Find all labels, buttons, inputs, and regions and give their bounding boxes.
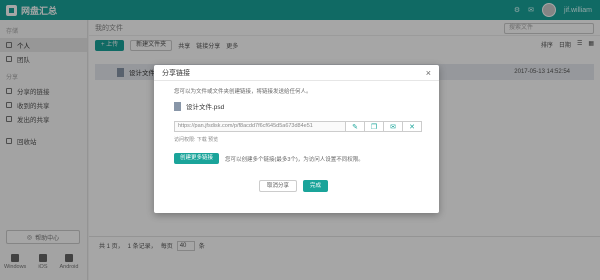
shared-file: 设计文件.psd: [174, 101, 224, 111]
done-button[interactable]: 完成: [303, 180, 329, 192]
close-icon[interactable]: ×: [426, 68, 431, 78]
shared-file-name: 设计文件.psd: [186, 104, 225, 111]
delete-icon[interactable]: ✕: [403, 121, 422, 132]
copy-icon[interactable]: ❐: [365, 121, 384, 132]
share-link-field[interactable]: https://pan.jfsdisk.com/p/f8acdd7f6cf645…: [174, 121, 346, 132]
link-row: https://pan.jfsdisk.com/p/f8acdd7f6cf645…: [174, 121, 422, 132]
dialog-header: 分享链接 ×: [154, 65, 439, 81]
share-link-dialog: 分享链接 × 您可以为文件或文件夹创建链接，将链接发送给任何人。 设计文件.ps…: [154, 65, 439, 213]
dialog-footer: 取消分享 完成: [259, 180, 329, 192]
create-note: 您可以创建多个链接(最多3个)，为访问人设置不同权限。: [225, 156, 364, 163]
dialog-description: 您可以为文件或文件夹创建链接，将链接发送给任何人。: [174, 89, 312, 95]
cancel-share-button[interactable]: 取消分享: [259, 180, 298, 192]
dialog-title: 分享链接: [162, 69, 190, 77]
create-link-row: 创建更多链接 您可以创建多个链接(最多3个)，为访问人设置不同权限。: [174, 153, 364, 164]
file-icon: [174, 101, 181, 111]
permission-text[interactable]: 访问权限: 下载 预览: [174, 136, 218, 143]
email-icon[interactable]: ✉: [384, 121, 403, 132]
create-more-links-button[interactable]: 创建更多链接: [174, 153, 220, 164]
edit-icon[interactable]: ✎: [346, 121, 365, 132]
